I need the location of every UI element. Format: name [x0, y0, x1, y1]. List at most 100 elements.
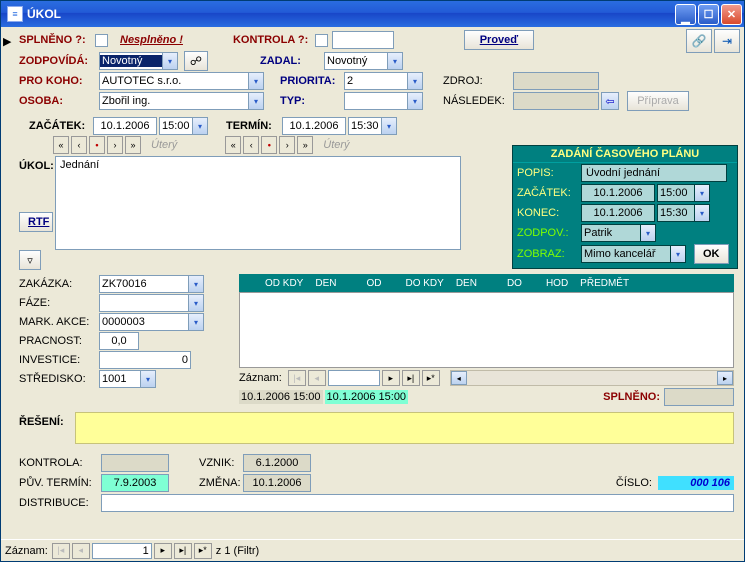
list-new[interactable]: ▸* — [422, 370, 440, 386]
sb-new[interactable]: ▸* — [194, 543, 212, 559]
plan-zacatek-label: ZAČÁTEK: — [517, 187, 579, 199]
proved-button[interactable]: Proveď — [464, 30, 534, 50]
zacatek-next2[interactable]: » — [125, 136, 141, 154]
termin-today[interactable]: • — [261, 136, 277, 154]
priorita-select[interactable]: 2▾ — [344, 72, 423, 90]
osoba-label: OSOBA: — [19, 95, 99, 107]
zdroj-label: ZDROJ: — [443, 75, 513, 87]
reseni-textarea[interactable] — [75, 412, 734, 444]
typ-label: TYP: — [280, 95, 344, 107]
org-icon-button[interactable]: ☍ — [184, 51, 208, 71]
list-scroll-right[interactable]: ▸ — [717, 371, 733, 385]
plan-konec-label: KONEC: — [517, 207, 579, 219]
plan-zacatek-date[interactable] — [581, 184, 655, 202]
list-prev[interactable]: ◂ — [308, 370, 326, 386]
typ-select[interactable]: ▾ — [344, 92, 423, 110]
cislo-value: 000 106 — [658, 476, 734, 490]
vznik-input — [243, 454, 311, 472]
zdroj-input[interactable] — [513, 72, 599, 90]
exit-icon-button[interactable]: ⇥ — [714, 29, 740, 53]
markakce-select[interactable]: 0000003▾ — [99, 313, 204, 331]
kontrola-input[interactable] — [332, 31, 394, 49]
splneno-checkbox[interactable] — [95, 34, 108, 47]
pracnost-input[interactable] — [99, 332, 139, 350]
zacatek-date[interactable] — [93, 117, 157, 135]
close-button[interactable]: ✕ — [721, 4, 742, 25]
markakce-label: MARK. AKCE: — [19, 316, 99, 328]
plan-konec-time[interactable]: 15:30▾ — [657, 204, 710, 222]
minimize-button[interactable]: ▁ — [675, 4, 696, 25]
cislo-label: ČÍSLO: — [616, 477, 652, 489]
plan-popis-input[interactable] — [581, 164, 727, 182]
priorita-label: PRIORITA: — [280, 75, 344, 87]
zacatek-next[interactable]: › — [107, 136, 123, 154]
puvtermin-input[interactable] — [101, 474, 169, 492]
sb-pos[interactable] — [92, 543, 152, 559]
termin-next2[interactable]: » — [297, 136, 313, 154]
sb-next[interactable]: ▸ — [154, 543, 172, 559]
termin-prev2[interactable]: « — [225, 136, 241, 154]
plan-ok-button[interactable]: OK — [694, 244, 729, 264]
nasledek-label: NÁSLEDEK: — [443, 95, 513, 107]
stredisko-select[interactable]: 1001▾ — [99, 370, 156, 388]
list-body[interactable] — [239, 292, 734, 368]
termin-time[interactable]: 15:30▾ — [348, 117, 397, 135]
ukol-textarea[interactable]: Jednání — [55, 156, 461, 250]
window-title: ÚKOL — [27, 7, 673, 21]
plan-zodpov-select[interactable]: Patrik▾ — [581, 224, 656, 242]
nesplneno-label: Nesplněno ! — [120, 34, 183, 46]
ukol-label: ÚKOL: — [19, 160, 54, 172]
investice-input[interactable] — [99, 351, 191, 369]
zmena-label: ZMĚNA: — [199, 477, 243, 489]
zacatek-time[interactable]: 15:00▾ — [159, 117, 208, 135]
nasledek-back-icon[interactable]: ⇦ — [601, 92, 619, 110]
zodpovida-select[interactable]: Novotný▾ — [99, 52, 178, 70]
plan-title: ZADÁNÍ ČASOVÉHO PLÁNU — [513, 146, 737, 163]
sb-prev[interactable]: ◂ — [72, 543, 90, 559]
list-first[interactable]: |◂ — [288, 370, 306, 386]
zmena-input — [243, 474, 311, 492]
nasledek-input[interactable] — [513, 92, 599, 110]
sb-suffix: z 1 (Filtr) — [216, 545, 259, 557]
osoba-select[interactable]: Zbořil ing.▾ — [99, 92, 264, 110]
faze-select[interactable]: ▾ — [99, 294, 204, 312]
ts1: 10.1.2006 15:00 — [239, 390, 323, 404]
termin-date[interactable] — [282, 117, 346, 135]
kontrola-b-label: KONTROLA: — [19, 457, 101, 469]
splneno-label: SPLNĚNO ?: — [19, 34, 95, 46]
filter-icon-button[interactable]: ▿ — [19, 250, 41, 270]
maximize-button[interactable]: ☐ — [698, 4, 719, 25]
plan-zacatek-time[interactable]: 15:00▾ — [657, 184, 710, 202]
sb-last[interactable]: ▸| — [174, 543, 192, 559]
prokoho-label: PRO KOHO: — [19, 75, 99, 87]
stredisko-label: STŘEDISKO: — [19, 373, 99, 385]
distribuce-input[interactable] — [101, 494, 734, 512]
splneno-mid-input[interactable] — [664, 388, 734, 406]
kontrola-b-input[interactable] — [101, 454, 169, 472]
zakazka-select[interactable]: ZK70016▾ — [99, 275, 204, 293]
list-pos[interactable] — [328, 370, 380, 386]
list-header: OD KDY DEN OD DO KDY DEN DO HOD PŘEDMĚT — [239, 274, 734, 292]
zodpovida-label: ZODPOVÍDÁ: — [19, 55, 99, 67]
splneno-mid-label: SPLNĚNO: — [603, 391, 660, 403]
list-zaznam-label: Záznam: — [239, 372, 282, 384]
termin-next[interactable]: › — [279, 136, 295, 154]
sb-first[interactable]: |◂ — [52, 543, 70, 559]
list-next[interactable]: ▸ — [382, 370, 400, 386]
kontrola-checkbox[interactable] — [315, 34, 328, 47]
zadal-select[interactable]: Novotný▾ — [324, 52, 403, 70]
zacatek-today[interactable]: • — [89, 136, 105, 154]
plan-konec-date[interactable] — [581, 204, 655, 222]
plan-zobraz-select[interactable]: Mimo kancelář▾ — [581, 245, 686, 263]
termin-prev[interactable]: ‹ — [243, 136, 259, 154]
zacatek-prev[interactable]: ‹ — [71, 136, 87, 154]
zacatek-prev2[interactable]: « — [53, 136, 69, 154]
sb-zaznam-label: Záznam: — [5, 545, 48, 557]
reseni-label: ŘEŠENÍ: — [19, 412, 75, 444]
rtf-button[interactable]: RTF — [19, 212, 53, 232]
prokoho-select[interactable]: AUTOTEC s.r.o.▾ — [99, 72, 264, 90]
list-scroll-left[interactable]: ◂ — [451, 371, 467, 385]
attach-icon-button[interactable]: 🔗 — [686, 29, 712, 53]
list-last[interactable]: ▸| — [402, 370, 420, 386]
titlebar: ≡ ÚKOL ▁ ☐ ✕ — [1, 1, 744, 27]
